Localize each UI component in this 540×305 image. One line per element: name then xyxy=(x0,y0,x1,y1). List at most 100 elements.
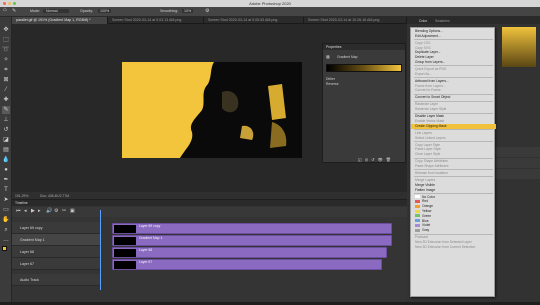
menu-item-convert-to-frame: Convert to Frame xyxy=(415,88,441,93)
document-image[interactable] xyxy=(122,62,302,158)
properties-panel: Properties ▦ Gradient Map Dither Reverse… xyxy=(322,43,406,163)
document-size[interactable]: Doc: 408.4K/2.77M xyxy=(40,194,69,198)
timeline-title: Timeline xyxy=(12,200,407,206)
quick-select-tool-icon[interactable]: ✧ xyxy=(2,56,10,64)
menu-item-flatten-image[interactable]: Flatten Image xyxy=(411,188,496,193)
track-layer-69-copy[interactable]: Layer 69 copy xyxy=(12,222,100,234)
document-tabs: parallel.gif @ 191% (Gradient Map 1, RGB… xyxy=(12,17,407,24)
path-select-tool-icon[interactable]: ➤ xyxy=(2,196,10,204)
home-icon[interactable]: ⌂ xyxy=(3,7,7,13)
lasso-tool-icon[interactable]: ➰ xyxy=(2,46,10,54)
menu-item-paste-shape-attributes: Paste Shape Attributes xyxy=(415,164,449,168)
dodge-tool-icon[interactable]: ● xyxy=(2,166,10,174)
close-window-button[interactable] xyxy=(3,2,6,5)
clip-thumbnail xyxy=(114,225,136,233)
healing-tool-icon[interactable]: ✚ xyxy=(2,96,10,104)
tab-document-2[interactable]: Screen Shot 2020-03-14 at 9.03.13 AM.png xyxy=(108,17,204,24)
foreground-color-swatch[interactable] xyxy=(2,246,7,251)
layers-row[interactable] xyxy=(495,158,540,168)
menu-item-export-as: Export As... xyxy=(415,71,432,76)
track-layer-68[interactable]: Layer 68 xyxy=(12,246,100,258)
zoom-window-button[interactable] xyxy=(13,2,16,5)
type-tool-icon[interactable]: T xyxy=(2,186,10,194)
zoom-level[interactable]: 191.29% xyxy=(15,194,28,198)
menu-item-edit-adjustment[interactable]: Edit Adjustment... xyxy=(411,34,496,39)
shape-tool-icon[interactable]: ▭ xyxy=(2,206,10,214)
hand-tool-icon[interactable]: ✋ xyxy=(2,216,10,224)
color-swatch-icon xyxy=(415,200,420,204)
clip-thumbnail xyxy=(114,237,136,245)
clip-layer-68[interactable]: Layer 68 xyxy=(112,247,387,258)
brush-tool-icon[interactable]: ✎ xyxy=(2,106,10,114)
menu-item-group-from-layers[interactable]: Group from Layers... xyxy=(411,60,496,65)
properties-title: Properties xyxy=(323,44,405,50)
pen-tool-icon[interactable]: ✒ xyxy=(2,176,10,184)
move-tool-icon[interactable]: ✥ xyxy=(2,26,10,34)
history-brush-icon[interactable]: ↺ xyxy=(2,126,10,134)
smoothing-label: Smoothing: xyxy=(160,9,179,13)
opacity-input[interactable]: 100% xyxy=(98,9,112,13)
eraser-tool-icon[interactable]: ◪ xyxy=(2,136,10,144)
color-swatch-icon xyxy=(415,209,420,213)
gradient-map-icon: ▦ xyxy=(326,54,330,59)
opacity-label: Opacity: xyxy=(80,9,94,13)
color-swatch-icon xyxy=(415,214,420,218)
properties-type: Gradient Map xyxy=(337,55,358,59)
audio-track[interactable]: Audio Track xyxy=(12,274,100,286)
layers-row[interactable] xyxy=(495,147,540,157)
more-tools-icon[interactable]: … xyxy=(2,236,10,244)
next-frame-icon[interactable]: ▸ xyxy=(38,208,41,214)
menu-item-select-linked-layers: Select Linked Layers xyxy=(415,135,446,140)
panel-actions-icon[interactable]: ◱◎↺👁🗑 xyxy=(358,157,394,162)
crop-tool-icon[interactable]: ⌗ xyxy=(2,66,10,74)
reverse-checkbox[interactable]: Reverse xyxy=(326,82,339,86)
play-icon[interactable]: ▶ xyxy=(31,208,35,214)
options-bar: ⌂ ✎ Mode: Normal Opacity: 100% Smoothing… xyxy=(0,7,540,17)
timeline-controls: ⏮ ◂ ▶ ▸ 🔊 ⚙ ✂ ▣ xyxy=(12,207,407,290)
brush-tool-icon[interactable]: ✎ xyxy=(12,8,16,14)
tab-swatches[interactable]: Swatches xyxy=(435,19,450,23)
menu-item-convert-to-smart-object[interactable]: Convert to Smart Object xyxy=(411,95,496,100)
menu-item-rasterize-layer-style: Rasterize Layer Style xyxy=(415,107,447,112)
clip-gradient-map-1[interactable]: Gradient Map 1 xyxy=(112,235,392,246)
timeline-panel: Timeline ⏮ ◂ ▶ ▸ 🔊 ⚙ ✂ ▣ Layer 69 copy G… xyxy=(12,200,407,302)
menu-item-gray[interactable]: Gray xyxy=(411,228,496,233)
clip-layer-67[interactable]: Layer 67 xyxy=(112,259,382,270)
minimize-window-button[interactable] xyxy=(8,2,11,5)
eyedropper-tool-icon[interactable]: ⁄ xyxy=(2,86,10,94)
playhead[interactable] xyxy=(100,210,101,290)
smoothing-input[interactable]: 10% xyxy=(182,9,194,13)
tab-document-1[interactable]: parallel.gif @ 191% (Gradient Map 1, RGB… xyxy=(12,17,108,24)
layers-row[interactable] xyxy=(495,169,540,179)
audio-icon[interactable]: 🔊 xyxy=(46,208,52,214)
dither-checkbox[interactable]: Dither xyxy=(326,77,335,81)
status-bar: 191.29% Doc: 408.4K/2.77M xyxy=(12,192,407,199)
mode-label: Mode: xyxy=(30,9,40,13)
menu-item-create-clipping-mask[interactable]: Create Clipping Mask xyxy=(411,123,496,129)
track-gradient-map-1[interactable]: Gradient Map 1 xyxy=(12,234,100,246)
zoom-tool-icon[interactable]: ⌕ xyxy=(2,226,10,234)
split-icon[interactable]: ✂ xyxy=(62,208,66,214)
color-swatch-icon xyxy=(415,219,420,223)
tab-color[interactable]: Color xyxy=(419,19,427,23)
clip-layer-69-copy[interactable]: Layer 69 copy xyxy=(112,223,392,234)
stamp-tool-icon[interactable]: ⊥ xyxy=(2,116,10,124)
prev-frame-icon[interactable]: ◂ xyxy=(24,208,27,214)
tab-document-3[interactable]: Screen Shot 2020-03-14 at 9.05.53 AM.png xyxy=(204,17,304,24)
frame-tool-icon[interactable]: ⊠ xyxy=(2,76,10,84)
marquee-tool-icon[interactable]: ⬚ xyxy=(2,36,10,44)
settings-gear-icon[interactable]: ⚙ xyxy=(205,8,209,14)
mode-select[interactable]: Normal xyxy=(43,9,69,13)
gradient-preview[interactable] xyxy=(326,64,402,72)
color-picker-field[interactable] xyxy=(502,27,536,67)
track-layer-67[interactable]: Layer 67 xyxy=(12,258,100,270)
clip-thumbnail xyxy=(114,261,136,269)
settings-gear-icon[interactable]: ⚙ xyxy=(54,208,58,214)
first-frame-icon[interactable]: ⏮ xyxy=(16,208,21,214)
transition-icon[interactable]: ▣ xyxy=(70,208,75,214)
blur-tool-icon[interactable]: 💧 xyxy=(2,156,10,164)
color-swatch-icon xyxy=(415,195,420,199)
layer-context-menu: Blending Options... Edit Adjustment... Cop… xyxy=(410,27,496,297)
tab-document-4[interactable]: Screen Shot 2020-03-14 at 10.26.16 AM.pn… xyxy=(304,17,407,24)
gradient-tool-icon[interactable]: ▤ xyxy=(2,146,10,154)
